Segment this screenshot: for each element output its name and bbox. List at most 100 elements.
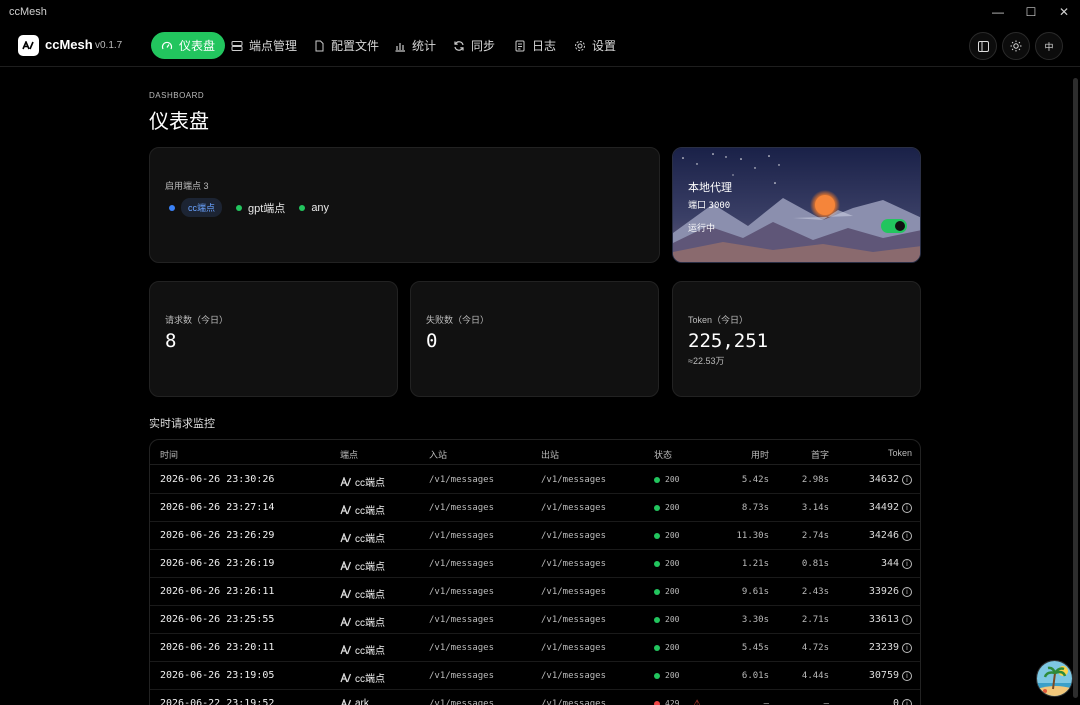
nav-config[interactable]: 配置文件 <box>305 32 387 59</box>
row-outbound: /v1/messages <box>541 475 607 485</box>
close-button[interactable]: ✕ <box>1047 0 1080 24</box>
col-used: 用时 <box>750 450 769 460</box>
row-outbound: /v1/messages <box>541 587 607 597</box>
nav-sync[interactable]: 同步 <box>445 32 503 59</box>
gauge-icon <box>161 41 173 49</box>
table-row[interactable]: 2026-06-26 23:20:11 cc端点/v1/messages/v1/m… <box>150 634 920 662</box>
bar-chart-icon <box>395 42 405 52</box>
info-icon[interactable]: i <box>902 642 912 653</box>
sidebar-toggle-button[interactable] <box>969 32 997 60</box>
requests-value: 8 <box>165 330 177 352</box>
info-icon[interactable]: i <box>902 698 912 705</box>
row-token: 34632 i <box>869 474 912 485</box>
table-row[interactable]: 2026-06-26 23:25:55 cc端点/v1/messages/v1/m… <box>150 606 920 634</box>
row-time: 2026-06-26 23:25:55 <box>160 614 275 625</box>
endpoint-chip-cc[interactable]: cc端点 <box>169 198 223 217</box>
row-token: 33926 i <box>869 586 912 597</box>
info-icon[interactable]: i <box>902 614 912 625</box>
table-row[interactable]: 2026-06-22 23:19:52 ark/v1/messages/v1/me… <box>150 690 920 705</box>
row-token: 34246 i <box>869 530 912 541</box>
row-token: 33613 i <box>869 614 912 625</box>
language-button[interactable]: 中 <box>1035 32 1063 60</box>
avatar[interactable] <box>1036 660 1073 697</box>
row-outbound: /v1/messages <box>541 615 607 625</box>
row-time: 2026-06-26 23:26:29 <box>160 530 275 541</box>
nav-label: 同步 <box>471 39 496 53</box>
app-logo <box>18 35 39 56</box>
theme-toggle-button[interactable] <box>1002 32 1030 60</box>
table-row[interactable]: 2026-06-26 23:26:19 cc端点/v1/messages/v1/m… <box>150 550 920 578</box>
row-status: 200 <box>654 475 679 484</box>
row-inbound: /v1/messages <box>429 671 495 681</box>
nav-settings[interactable]: 设置 <box>566 32 624 59</box>
anthropic-icon <box>340 560 351 570</box>
nav-dashboard[interactable]: 仪表盘 <box>151 32 226 59</box>
nav-label: 日志 <box>532 39 557 53</box>
row-time: 2026-06-26 23:30:26 <box>160 474 275 485</box>
proxy-status: 运行中 <box>688 223 716 233</box>
table-row[interactable]: 2026-06-26 23:26:29 cc端点/v1/messages/v1/m… <box>150 522 920 550</box>
anthropic-icon <box>340 616 351 626</box>
row-duration: 1.21s <box>741 559 769 569</box>
status-dot <box>236 204 243 211</box>
table-row[interactable]: 2026-06-26 23:19:05 cc端点/v1/messages/v1/m… <box>150 662 920 690</box>
status-dot <box>299 204 306 211</box>
table-row[interactable]: 2026-06-26 23:30:26 cc端点/v1/messages/v1/m… <box>150 466 920 494</box>
anthropic-icon <box>341 698 351 705</box>
table-row[interactable]: 2026-06-26 23:27:14 cc端点/v1/messages/v1/m… <box>150 494 920 522</box>
request-monitor-table: 时间 端点 入站 出站 状态 用时 首字 Token 2026-06-26 23… <box>149 439 921 705</box>
app-version: v0.1.7 <box>95 40 123 51</box>
nav-stats[interactable]: 统计 <box>386 32 444 59</box>
row-status-code: 200 <box>665 503 680 512</box>
row-first-token: – <box>823 699 829 705</box>
nav-label: 配置文件 <box>331 39 380 53</box>
row-endpoint: cc端点 <box>340 614 385 629</box>
enabled-endpoints-card: 启用端点 3 cc端点 gpt端点 any <box>149 147 660 263</box>
proxy-toggle[interactable] <box>881 219 907 233</box>
minimize-button[interactable]: — <box>981 0 1015 24</box>
row-duration: 3.30s <box>741 615 769 625</box>
info-icon[interactable]: i <box>902 670 912 681</box>
endpoint-chip-any[interactable]: any <box>299 202 329 214</box>
row-endpoint-name: cc端点 <box>355 590 385 601</box>
nav-endpoints[interactable]: 端点管理 <box>223 32 305 59</box>
failures-label: 失败数（今日） <box>426 315 490 325</box>
proxy-title: 本地代理 <box>688 182 732 194</box>
row-inbound: /v1/messages <box>429 503 495 513</box>
tokens-value: 225,251 <box>688 330 769 352</box>
info-icon[interactable]: i <box>902 586 912 597</box>
requests-card: 请求数（今日） 8 <box>149 281 398 397</box>
status-dot <box>654 616 660 623</box>
gear-icon <box>575 40 585 51</box>
info-icon[interactable]: i <box>902 530 912 541</box>
row-token: 344 i <box>881 558 912 569</box>
col-inbound: 入站 <box>429 450 448 460</box>
info-icon[interactable]: i <box>902 558 912 569</box>
endpoint-chip-gpt[interactable]: gpt端点 <box>236 200 285 216</box>
status-dot <box>654 588 660 595</box>
status-dot <box>654 560 660 567</box>
table-row[interactable]: 2026-06-26 23:26:11 cc端点/v1/messages/v1/m… <box>150 578 920 606</box>
nav-logs[interactable]: 日志 <box>506 32 564 59</box>
row-status: 200 <box>654 531 679 540</box>
row-status-code: 200 <box>665 643 680 652</box>
anthropic-icon <box>340 588 351 598</box>
scrollbar[interactable] <box>1073 78 1078 698</box>
row-inbound: /v1/messages <box>429 475 495 485</box>
row-first-token: 3.14s <box>801 503 829 513</box>
proxy-port-value: 3000 <box>708 201 731 211</box>
maximize-button[interactable]: ☐ <box>1014 0 1048 24</box>
col-endpoint: 端点 <box>340 450 359 460</box>
endpoint-list: cc端点 gpt端点 any <box>169 198 329 217</box>
nav-label: 仪表盘 <box>179 39 216 53</box>
col-first: 首字 <box>810 450 829 460</box>
info-icon[interactable]: i <box>902 502 912 513</box>
row-first-token: 0.81s <box>801 559 829 569</box>
row-time: 2026-06-26 23:27:14 <box>160 502 275 513</box>
row-time: 2026-06-26 23:19:05 <box>160 670 275 681</box>
row-status-code: 200 <box>665 475 680 484</box>
row-outbound: /v1/messages <box>541 503 607 513</box>
info-icon[interactable]: i <box>902 474 912 485</box>
row-duration: 8.73s <box>741 503 769 513</box>
toggle-knob <box>895 221 905 231</box>
